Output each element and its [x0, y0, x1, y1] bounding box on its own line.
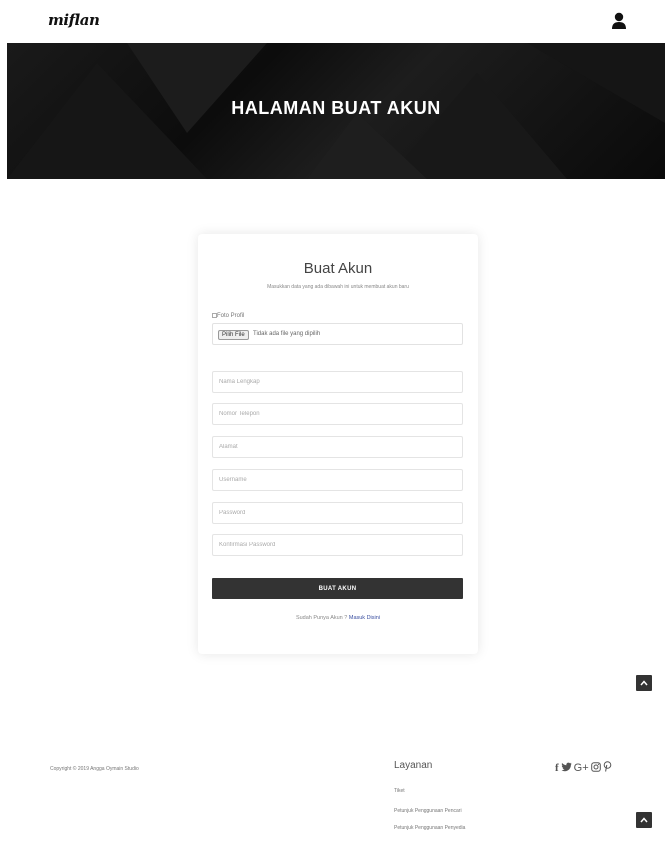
- facebook-icon[interactable]: f: [555, 762, 559, 774]
- login-link[interactable]: Masuk Disini: [349, 615, 380, 621]
- full-name-input[interactable]: [212, 371, 463, 393]
- copyright-text: Copyright © 2019 Angga Oymain Studio: [50, 766, 139, 772]
- login-prompt-text: Sudah Punya Akun ?: [295, 615, 349, 621]
- pinterest-icon[interactable]: [603, 761, 612, 775]
- page: miflan HALAMAN BUAT AKUN Buat Akun Masuk…: [0, 0, 665, 853]
- form-title: Buat Akun: [303, 260, 373, 277]
- footer-link-search-guide[interactable]: Petunjuk Penggunaan Pencari: [394, 808, 462, 814]
- footer-scroll-to-top-button[interactable]: [636, 812, 652, 828]
- twitter-icon[interactable]: [561, 762, 572, 775]
- register-card: Buat Akun Masukkan data yang ada dibawah…: [198, 234, 478, 654]
- footer-services-title: Layanan: [394, 760, 433, 771]
- footer-link-provider-guide[interactable]: Petunjuk Penggunaan Penyedia: [394, 825, 465, 831]
- google-plus-icon[interactable]: G+: [574, 762, 589, 774]
- form-subtitle: Masukkan data yang ada dibawah ini untuk…: [267, 284, 409, 290]
- photo-file-input[interactable]: Pilih File Tidak ada file yang dipilih: [212, 323, 463, 345]
- footer-link-tiket[interactable]: Tiket: [394, 788, 405, 794]
- choose-file-button[interactable]: Pilih File: [218, 330, 249, 340]
- top-navbar: miflan: [0, 0, 665, 43]
- profile-photo-placeholder: Foto Profil: [212, 313, 244, 319]
- profile-photo-alt-text: Foto Profil: [217, 313, 245, 319]
- create-account-button[interactable]: BUAT AKUN: [212, 578, 463, 599]
- chevron-up-icon: [640, 680, 648, 686]
- username-input[interactable]: [212, 469, 463, 491]
- user-account-icon[interactable]: [611, 12, 627, 30]
- password-input[interactable]: [212, 502, 463, 524]
- hero-title: HALAMAN BUAT AKUN: [231, 98, 441, 118]
- login-prompt: Sudah Punya Akun ? Masuk Disini: [198, 615, 478, 621]
- hero-banner: HALAMAN BUAT AKUN: [7, 43, 665, 179]
- instagram-icon[interactable]: [590, 761, 601, 775]
- scroll-to-top-button[interactable]: [636, 675, 652, 691]
- site-logo[interactable]: miflan: [48, 11, 100, 29]
- file-status-text: Tidak ada file yang dipilih: [253, 331, 321, 337]
- confirm-password-input[interactable]: [212, 534, 463, 556]
- phone-number-input[interactable]: [212, 403, 463, 425]
- chevron-up-icon: [640, 817, 648, 823]
- address-input[interactable]: [212, 436, 463, 458]
- social-links: f G+: [555, 761, 612, 775]
